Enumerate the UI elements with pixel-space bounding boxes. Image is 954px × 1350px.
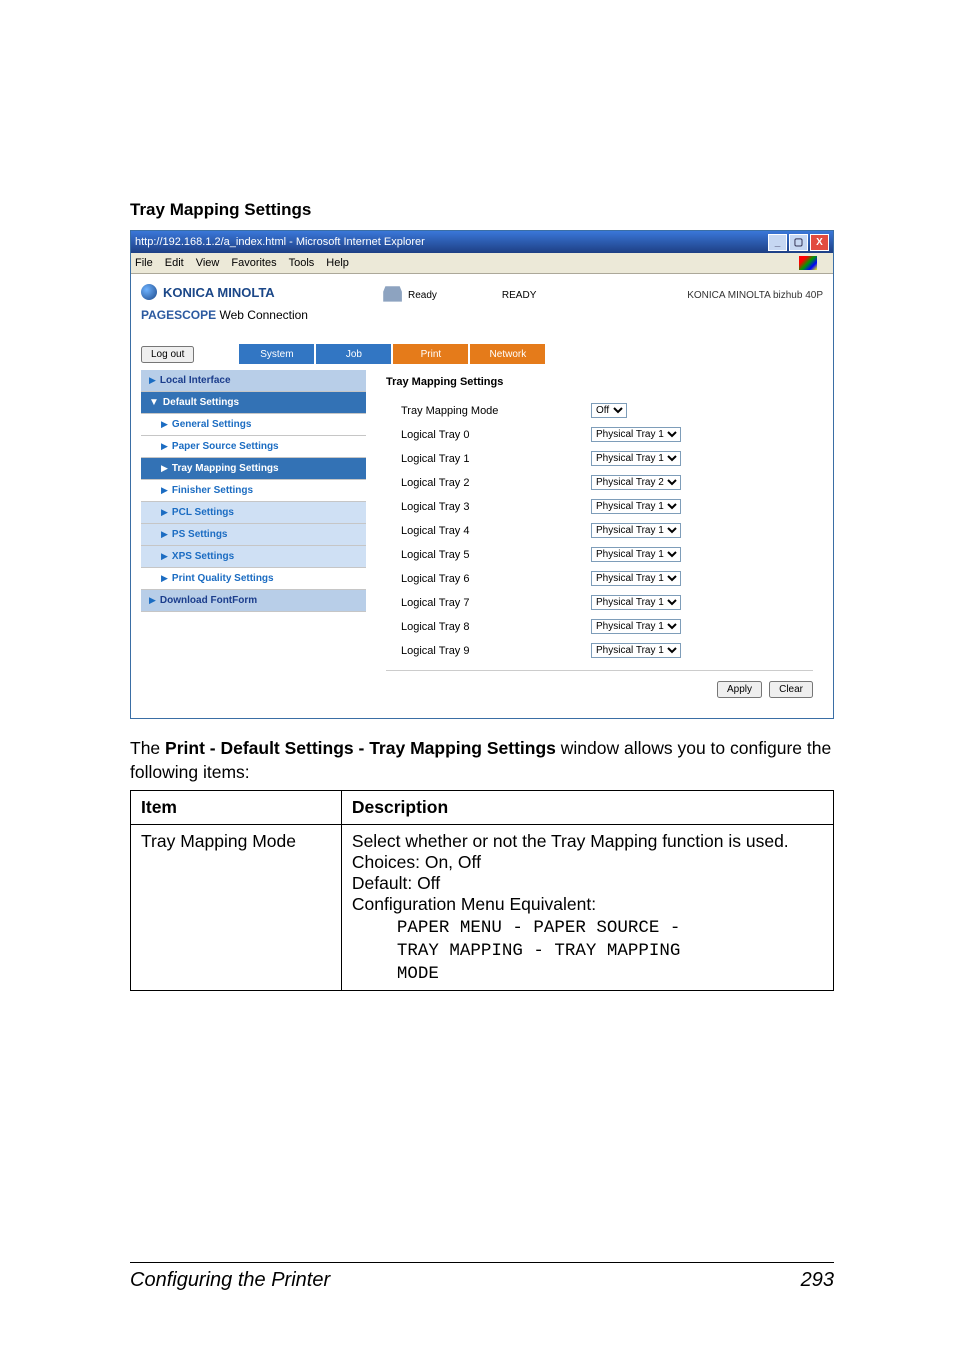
lt4-select[interactable]: Physical Tray 1 [591,523,681,538]
lt1-label: Logical Tray 1 [386,453,591,465]
ie-flag-icon [799,256,817,270]
lt4-label: Logical Tray 4 [386,525,591,537]
menu-favorites[interactable]: Favorites [231,257,276,269]
ready-large: READY [502,290,536,301]
ie-title-text: http://192.168.1.2/a_index.html - Micros… [135,236,766,248]
ready-small: Ready [408,290,437,301]
page-number: 293 [801,1269,834,1292]
lt0-label: Logical Tray 0 [386,429,591,441]
menu-help[interactable]: Help [326,257,349,269]
brand: KONICA MINOLTA [141,284,366,300]
sidebar-item-pcl[interactable]: ▶PCL Settings [141,502,366,524]
lt2-select[interactable]: Physical Tray 2 [591,475,681,490]
lt9-select[interactable]: Physical Tray 1 [591,643,681,658]
lt2-label: Logical Tray 2 [386,477,591,489]
brand-text: KONICA MINOLTA [163,285,275,300]
close-icon[interactable]: X [810,234,829,251]
mode-label: Tray Mapping Mode [386,405,591,417]
sidebar-item-ps[interactable]: ▶PS Settings [141,524,366,546]
th-item: Item [131,791,342,825]
lt8-select[interactable]: Physical Tray 1 [591,619,681,634]
model-name: KONICA MINOLTA bizhub 40P [536,290,823,301]
menu-file[interactable]: File [135,257,153,269]
content-title: Tray Mapping Settings [386,370,813,394]
footer-left: Configuring the Printer [130,1269,330,1292]
lt0-select[interactable]: Physical Tray 1 [591,427,681,442]
lt9-label: Logical Tray 9 [386,645,591,657]
mode-select[interactable]: Off [591,403,627,418]
tab-system[interactable]: System [239,344,314,364]
logout-button[interactable]: Log out [141,346,194,363]
tab-network[interactable]: Network [470,344,545,364]
cell-item: Tray Mapping Mode [131,825,342,991]
ie-window: http://192.168.1.2/a_index.html - Micros… [130,230,834,719]
sidebar-item-local[interactable]: ▶Local Interface [141,370,366,392]
sidebar-item-dlff[interactable]: ▶Download FontForm [141,590,366,612]
section-title: Tray Mapping Settings [130,200,834,220]
settings-table: ItemDescription Tray Mapping Mode Select… [130,790,834,991]
ie-titlebar: http://192.168.1.2/a_index.html - Micros… [131,231,833,253]
pagescope: PAGESCOPE Web Connection [141,308,366,322]
lt5-label: Logical Tray 5 [386,549,591,561]
clear-button[interactable]: Clear [769,681,813,698]
lt6-label: Logical Tray 6 [386,573,591,585]
printer-icon [381,284,403,306]
lt3-label: Logical Tray 3 [386,501,591,513]
menu-view[interactable]: View [196,257,220,269]
maximize-icon[interactable]: ▢ [789,234,808,251]
sidebar-item-traymap[interactable]: ▶Tray Mapping Settings [141,458,366,480]
page-footer: Configuring the Printer 293 [130,1262,834,1292]
brand-logo-icon [141,284,157,300]
sidebar: ▶Local Interface ▼Default Settings ▶Gene… [141,370,366,698]
tab-job[interactable]: Job [316,344,391,364]
sidebar-item-paper[interactable]: ▶Paper Source Settings [141,436,366,458]
minimize-icon[interactable]: _ [768,234,787,251]
th-desc: Description [341,791,833,825]
lt5-select[interactable]: Physical Tray 1 [591,547,681,562]
tab-print[interactable]: Print [393,344,468,364]
lt7-select[interactable]: Physical Tray 1 [591,595,681,610]
menu-tools[interactable]: Tools [289,257,315,269]
lt8-label: Logical Tray 8 [386,621,591,633]
lt6-select[interactable]: Physical Tray 1 [591,571,681,586]
lt7-label: Logical Tray 7 [386,597,591,609]
apply-button[interactable]: Apply [717,681,762,698]
sidebar-item-pq[interactable]: ▶Print Quality Settings [141,568,366,590]
section-para: The Print - Default Settings - Tray Mapp… [130,737,834,784]
sidebar-item-general[interactable]: ▶General Settings [141,414,366,436]
ie-menu: File Edit View Favorites Tools Help [131,253,833,274]
lt3-select[interactable]: Physical Tray 1 [591,499,681,514]
menu-edit[interactable]: Edit [165,257,184,269]
sidebar-item-default[interactable]: ▼Default Settings [141,392,366,414]
sidebar-item-xps[interactable]: ▶XPS Settings [141,546,366,568]
sidebar-item-finisher[interactable]: ▶Finisher Settings [141,480,366,502]
cell-desc: Select whether or not the Tray Mapping f… [341,825,833,991]
lt1-select[interactable]: Physical Tray 1 [591,451,681,466]
